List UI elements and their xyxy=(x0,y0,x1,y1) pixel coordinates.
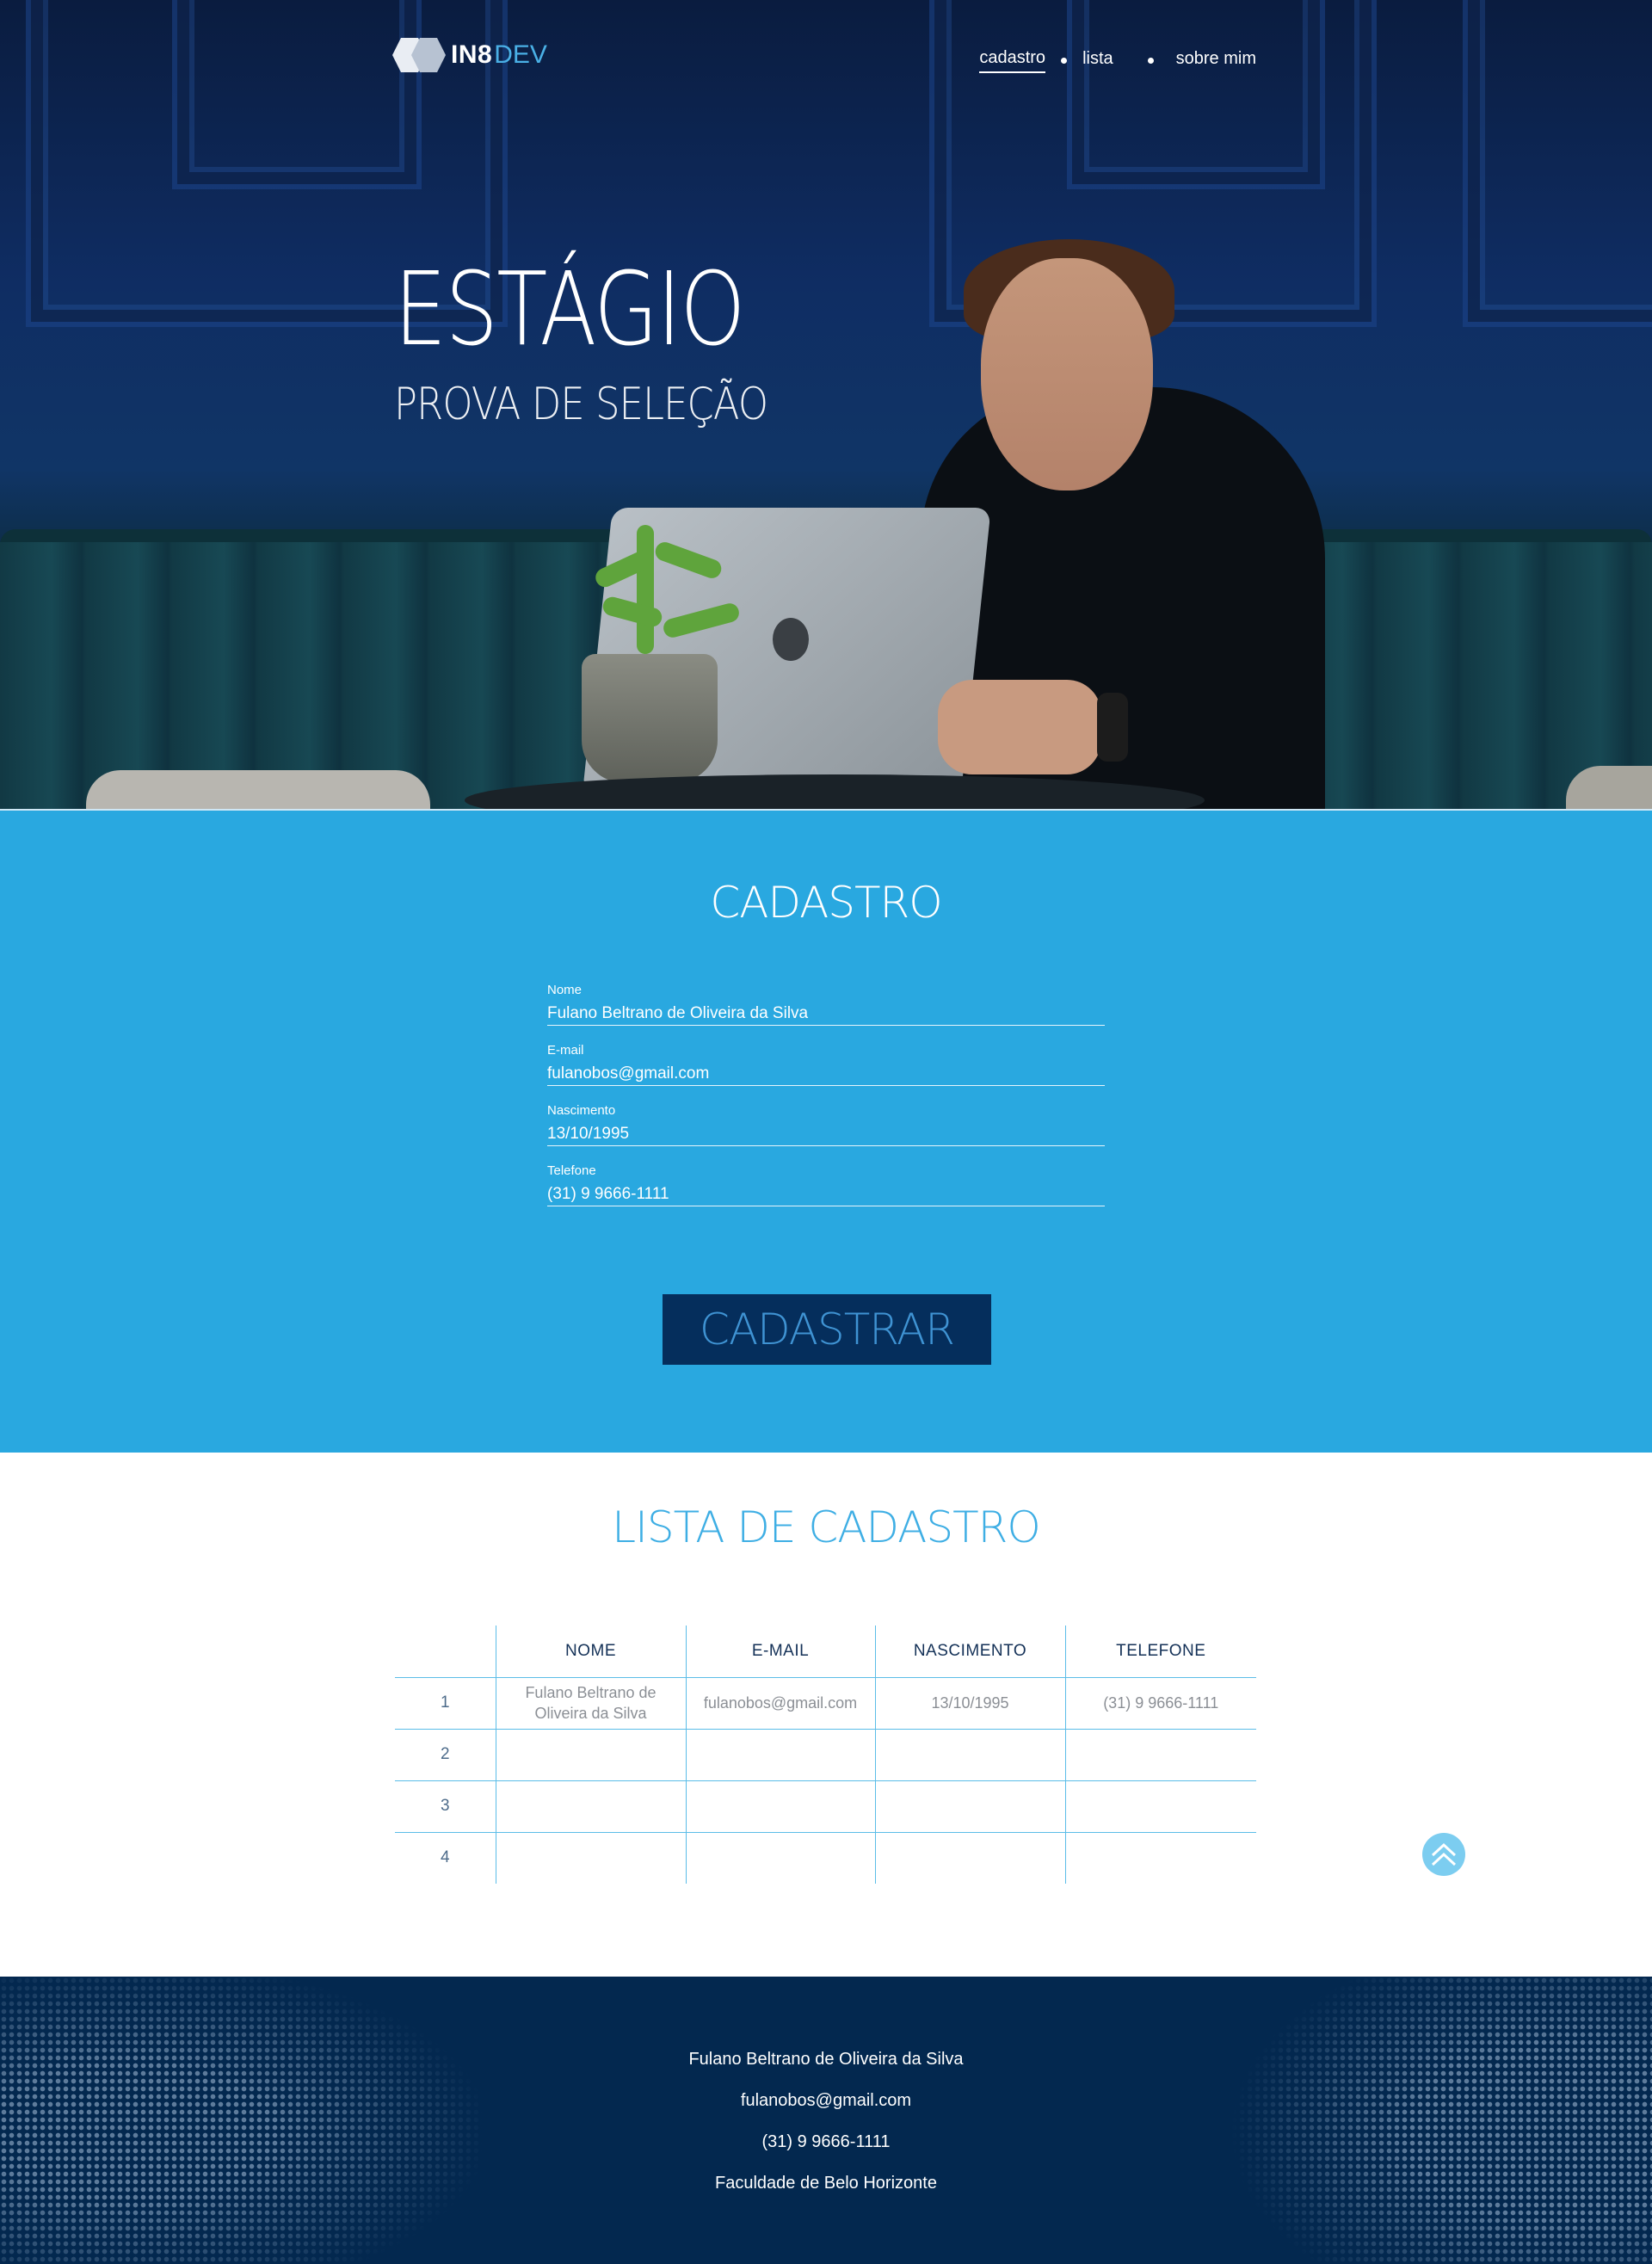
person-hands xyxy=(938,680,1101,774)
cell-nome xyxy=(495,1780,686,1832)
back-to-top-button[interactable] xyxy=(1422,1833,1465,1876)
name-field-group: Nome xyxy=(547,983,1105,1026)
table-row: 3 xyxy=(395,1780,1256,1832)
plant-leaf xyxy=(637,525,654,654)
email-input[interactable] xyxy=(547,1064,1105,1086)
row-index: 3 xyxy=(395,1780,496,1832)
apple-logo-icon xyxy=(773,618,809,661)
cell-nascimento xyxy=(874,1780,1065,1832)
chevron-up-double-icon xyxy=(1431,1842,1457,1866)
nav-link-cadastro[interactable]: cadastro xyxy=(979,48,1046,73)
column-header-index xyxy=(395,1626,496,1678)
birthdate-label: Nascimento xyxy=(547,1103,616,1118)
chair-cushion xyxy=(86,770,430,809)
cell-nome xyxy=(495,1831,686,1884)
cell-nome xyxy=(495,1728,686,1780)
column-header-nome: NOME xyxy=(495,1626,686,1678)
cadastro-section: CADASTRO Nome E-mail Nascimento Telefone… xyxy=(0,809,1652,1453)
chair-cushion xyxy=(1566,766,1652,809)
main-nav: cadastro lista sobre mim xyxy=(979,48,1256,73)
footer-info: Fulano Beltrano de Oliveira da Silva ful… xyxy=(0,2047,1652,2212)
nav-separator-dot xyxy=(1147,58,1154,64)
cell-nascimento xyxy=(874,1831,1065,1884)
row-index: 4 xyxy=(395,1831,496,1884)
cadastrar-button[interactable]: CADASTRAR xyxy=(663,1294,991,1365)
cadastro-form: Nome E-mail Nascimento Telefone xyxy=(547,983,1105,1224)
cell-nome: Fulano Beltrano de Oliveira da Silva xyxy=(495,1677,686,1729)
hero-title: ESTÁGIO xyxy=(394,250,745,368)
footer: Fulano Beltrano de Oliveira da Silva ful… xyxy=(0,1977,1652,2264)
watch xyxy=(1097,693,1128,762)
cell-telefone: (31) 9 9666-1111 xyxy=(1064,1677,1256,1729)
table-header-row: NOME E-MAIL NASCIMENTO TELEFONE xyxy=(395,1626,1256,1678)
footer-name: Fulano Beltrano de Oliveira da Silva xyxy=(688,2050,964,2069)
table-row: 2 xyxy=(395,1728,1256,1780)
cell-telefone xyxy=(1064,1831,1256,1884)
nav-link-lista[interactable]: lista xyxy=(1082,49,1113,72)
phone-input[interactable] xyxy=(547,1185,1105,1206)
plant-pot xyxy=(582,654,718,783)
phone-label: Telefone xyxy=(547,1163,596,1178)
footer-email: fulanobos@gmail.com xyxy=(740,2091,912,2110)
person-head xyxy=(981,258,1153,490)
lista-title: LISTA DE CADASTRO xyxy=(612,1502,1040,1552)
email-field-group: E-mail xyxy=(547,1043,1105,1086)
cell-email xyxy=(685,1728,875,1780)
logo-text-bold: IN8 xyxy=(451,40,493,69)
cadastro-table: NOME E-MAIL NASCIMENTO TELEFONE 1 Fulano… xyxy=(395,1626,1256,1884)
footer-phone: (31) 9 9666-1111 xyxy=(761,2132,891,2151)
email-label: E-mail xyxy=(547,1043,584,1058)
name-label: Nome xyxy=(547,983,583,997)
cell-telefone xyxy=(1064,1780,1256,1832)
lista-section: LISTA DE CADASTRO NOME E-MAIL NASCIMENTO… xyxy=(0,1453,1652,1977)
name-input[interactable] xyxy=(547,1004,1105,1026)
birthdate-field-group: Nascimento xyxy=(547,1103,1105,1146)
cell-nascimento xyxy=(874,1728,1065,1780)
cell-telefone xyxy=(1064,1728,1256,1780)
footer-school: Faculdade de Belo Horizonte xyxy=(715,2174,937,2193)
nav-link-sobre-mim[interactable]: sobre mim xyxy=(1176,49,1256,72)
cadastro-title: CADASTRO xyxy=(710,878,942,928)
row-index: 2 xyxy=(395,1728,496,1780)
column-header-nascimento: NASCIMENTO xyxy=(874,1626,1065,1678)
column-header-telefone: TELEFONE xyxy=(1064,1626,1256,1678)
hero-banner: IN8 DEV cadastro lista sobre mim ESTÁGIO… xyxy=(0,0,1652,809)
birthdate-input[interactable] xyxy=(547,1125,1105,1146)
cell-email xyxy=(685,1831,875,1884)
logo[interactable]: IN8 DEV xyxy=(392,38,547,72)
logo-text-light: DEV xyxy=(494,40,547,69)
table-row: 1 Fulano Beltrano de Oliveira da Silva f… xyxy=(395,1677,1256,1729)
logo-hexagon-icon xyxy=(392,38,446,72)
column-header-email: E-MAIL xyxy=(685,1626,875,1678)
cell-email xyxy=(685,1780,875,1832)
cell-nascimento: 13/10/1995 xyxy=(874,1677,1065,1729)
row-index: 1 xyxy=(440,1693,450,1712)
nav-separator-dot xyxy=(1061,58,1068,64)
cell-email: fulanobos@gmail.com xyxy=(685,1677,875,1729)
table-row: 4 xyxy=(395,1831,1256,1884)
phone-field-group: Telefone xyxy=(547,1163,1105,1206)
top-bar: IN8 DEV cadastro lista sobre mim xyxy=(0,0,1652,120)
hero-subtitle: PROVA DE SELEÇÃO xyxy=(394,379,768,430)
